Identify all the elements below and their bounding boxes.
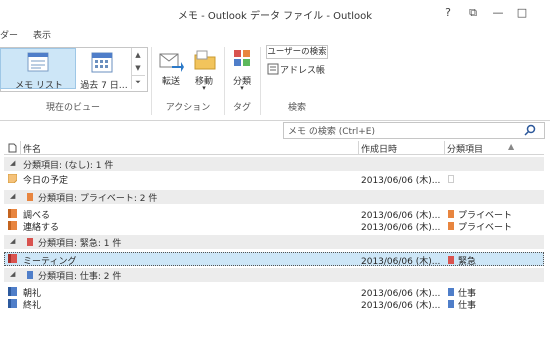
group-label-actions: アクション — [165, 103, 211, 113]
group-label-current-view: 現在のビュー — [45, 103, 100, 113]
note-icon — [8, 174, 17, 183]
categorize-dropdown-icon[interactable]: ▾ — [236, 84, 248, 92]
note-icon — [8, 254, 17, 263]
search-icon[interactable] — [524, 124, 536, 136]
ribbon-separator — [260, 47, 261, 115]
category-color-icon — [27, 193, 33, 201]
note-list-icon — [27, 52, 49, 72]
category-color-icon — [27, 271, 33, 279]
help-button[interactable]: ? — [440, 5, 456, 21]
row-category[interactable]: プライベート — [458, 220, 512, 233]
gallery-more-icon[interactable]: ⏷ — [131, 75, 145, 89]
ribbon-separator — [151, 47, 152, 115]
group-label-search: 検索 — [287, 103, 306, 113]
column-header-created[interactable]: 作成日時 — [361, 142, 397, 155]
group-label: 分類項目: 緊急: 1 件 — [38, 239, 122, 249]
forward-button[interactable]: 転送 — [156, 74, 186, 87]
row-subject[interactable]: 今日の予定 — [23, 173, 68, 186]
address-book-icon — [267, 63, 279, 75]
category-color-icon — [448, 288, 454, 296]
row-created: 2013/06/06 (木)... — [361, 257, 441, 267]
column-header-category[interactable]: 分類項目 — [447, 142, 483, 155]
gallery-item-note-list-label: メモ リスト — [15, 81, 63, 91]
row-subject[interactable]: 終礼 — [23, 298, 41, 311]
tab-folder[interactable]: ダー — [0, 28, 18, 41]
category-color-icon — [448, 256, 454, 264]
maximize-button[interactable]: □ — [514, 5, 530, 21]
row-created: 2013/06/06 (木)... — [361, 301, 441, 311]
category-empty-box[interactable] — [448, 175, 454, 183]
collapse-triangle-icon[interactable]: ◢ — [10, 159, 15, 167]
note-icon — [8, 221, 17, 230]
note-icon — [8, 299, 17, 308]
column-separator — [20, 141, 21, 154]
forward-icon — [159, 53, 184, 72]
gallery-scroll-up-icon[interactable]: ▲ — [131, 49, 145, 62]
row-created: 2013/06/06 (木)... — [361, 176, 441, 186]
restore-ribbon-button[interactable]: ⧉ — [465, 5, 481, 21]
group-label: 分類項目: プライベート: 2 件 — [38, 194, 158, 204]
tab-view[interactable]: 表示 — [33, 28, 51, 41]
category-color-icon — [448, 222, 454, 230]
collapse-triangle-icon[interactable]: ◢ — [10, 237, 15, 245]
note-icon — [8, 287, 17, 296]
row-subject[interactable]: 連絡する — [23, 220, 59, 233]
gallery-scroll-down-icon[interactable]: ▼ — [131, 62, 145, 75]
row-created: 2013/06/06 (木)... — [361, 223, 441, 233]
minimize-button[interactable]: — — [490, 5, 506, 21]
address-book-button[interactable]: アドレス帳 — [280, 63, 325, 76]
category-color-icon — [27, 238, 33, 246]
row-subject[interactable]: ミーティング — [23, 254, 76, 267]
calendar-icon — [91, 52, 113, 73]
group-label: 分類項目: (なし): 1 件 — [23, 161, 114, 171]
move-folder-icon — [194, 50, 216, 70]
menu-bar — [0, 26, 550, 43]
collapse-triangle-icon[interactable]: ◢ — [10, 270, 15, 278]
category-color-icon — [448, 210, 454, 218]
gallery-item-last-7-days[interactable]: 過去 7 日… — [78, 78, 130, 91]
row-category[interactable]: 仕事 — [458, 298, 476, 311]
category-color-icon — [448, 300, 454, 308]
categorize-icon — [234, 50, 250, 66]
column-separator — [444, 141, 445, 154]
move-dropdown-icon[interactable]: ▾ — [198, 84, 210, 92]
ribbon-separator — [224, 47, 225, 115]
search-input[interactable]: メモ の検索 (Ctrl+E) — [288, 124, 375, 137]
note-icon — [8, 209, 17, 218]
search-people-box[interactable]: ユーザーの検索 — [266, 45, 328, 59]
group-label-tags: タグ — [232, 103, 251, 113]
collapse-triangle-icon[interactable]: ◢ — [10, 192, 15, 200]
column-header-subject[interactable]: 件名 — [23, 142, 41, 155]
column-separator — [358, 141, 359, 154]
sort-ascending-icon[interactable]: ▲ — [508, 142, 514, 151]
row-category[interactable]: 緊急 — [458, 254, 476, 267]
group-label: 分類項目: 仕事: 2 件 — [38, 272, 122, 282]
note-column-icon[interactable] — [8, 143, 17, 153]
